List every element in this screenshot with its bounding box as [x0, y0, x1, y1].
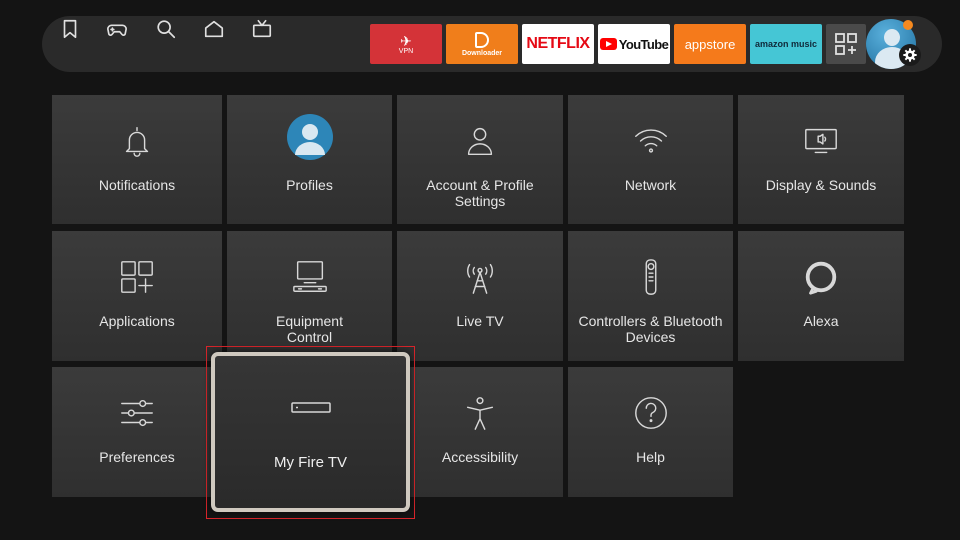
tile-label: Alexa — [803, 313, 839, 329]
netflix-app-tile[interactable]: NETFLIX — [522, 24, 594, 64]
tile-preferences[interactable]: Preferences — [52, 367, 222, 497]
tile-my-fire-tv[interactable]: My Fire TV — [211, 352, 410, 512]
tile-label: Applications — [99, 313, 175, 329]
tile-help[interactable]: Help — [568, 367, 733, 497]
tile-network[interactable]: Network — [568, 95, 733, 224]
tile-label: Help — [636, 449, 665, 465]
appstore-app-tile[interactable]: appstore — [674, 24, 746, 64]
youtube-app-tile[interactable]: YouTube — [598, 24, 670, 64]
equipment-icon — [292, 261, 327, 292]
tile-profiles[interactable]: Profiles — [227, 95, 392, 224]
tile-notifications[interactable]: Notifications — [52, 95, 222, 224]
gamepad-icon[interactable] — [104, 16, 130, 42]
tile-label: Notifications — [98, 177, 176, 193]
antenna-icon — [467, 263, 493, 294]
tile-label: Account & Profile Settings — [426, 177, 534, 209]
downloader-app-tile[interactable]: Downloader — [446, 24, 518, 64]
netflix-app-label: NETFLIX — [526, 35, 590, 52]
downloader-app-label: Downloader — [461, 49, 503, 57]
help-icon — [634, 397, 667, 429]
tile-label: Profiles — [286, 177, 333, 193]
tile-account-profile-settings[interactable]: Account & Profile Settings — [397, 95, 563, 224]
tile-label: Accessibility — [441, 449, 519, 465]
person-icon — [467, 127, 493, 156]
tile-equipment-control[interactable]: Equipment Control — [227, 231, 392, 361]
remote-icon — [645, 259, 656, 295]
tile-label: Preferences — [99, 449, 175, 465]
tile-label: Live TV — [456, 313, 504, 329]
youtube-app-label: YouTube — [618, 36, 669, 52]
sliders-icon — [121, 399, 153, 427]
tile-applications[interactable]: Applications — [52, 231, 222, 361]
tile-display-sounds[interactable]: Display & Sounds — [738, 95, 904, 224]
apps-grid-icon — [121, 261, 153, 293]
display-sound-icon — [805, 128, 837, 154]
home-icon[interactable] — [201, 16, 227, 42]
bookmark-icon[interactable] — [57, 16, 83, 42]
all-apps-button[interactable] — [826, 24, 866, 64]
tile-label: Controllers & Bluetooth Devices — [578, 313, 723, 345]
tile-accessibility[interactable]: Accessibility — [397, 367, 563, 497]
search-icon[interactable] — [153, 16, 179, 42]
tile-label: Equipment Control — [276, 313, 343, 345]
live-tv-icon[interactable] — [249, 16, 275, 42]
vpn-app-label: VPN — [398, 47, 414, 55]
settings-gear-icon[interactable] — [899, 44, 921, 66]
tile-live-tv[interactable]: Live TV — [397, 231, 563, 361]
tile-alexa[interactable]: Alexa — [738, 231, 904, 361]
tile-label: Display & Sounds — [765, 177, 877, 193]
downloader-logo-icon — [475, 31, 489, 48]
tile-controllers-bluetooth[interactable]: Controllers & Bluetooth Devices — [568, 231, 733, 361]
amazon-music-app-tile[interactable]: amazon music — [750, 24, 822, 64]
appstore-app-label: appstore — [684, 36, 736, 52]
profile-avatar-icon — [286, 114, 333, 160]
fire-tv-device-icon — [290, 402, 331, 413]
notification-dot — [903, 20, 913, 30]
tile-label: Network — [624, 177, 677, 193]
apps-plus-icon — [835, 33, 857, 55]
vpn-logo-icon: ✈ — [400, 32, 412, 49]
vpn-app-tile[interactable]: ✈ VPN — [370, 24, 442, 64]
accessibility-icon — [466, 397, 494, 430]
wifi-icon — [634, 129, 667, 153]
bell-icon — [125, 126, 149, 157]
youtube-play-icon — [599, 38, 617, 50]
amazon-music-app-label: amazon music — [754, 39, 818, 49]
alexa-icon — [805, 261, 837, 295]
tile-label: My Fire TV — [273, 454, 348, 471]
